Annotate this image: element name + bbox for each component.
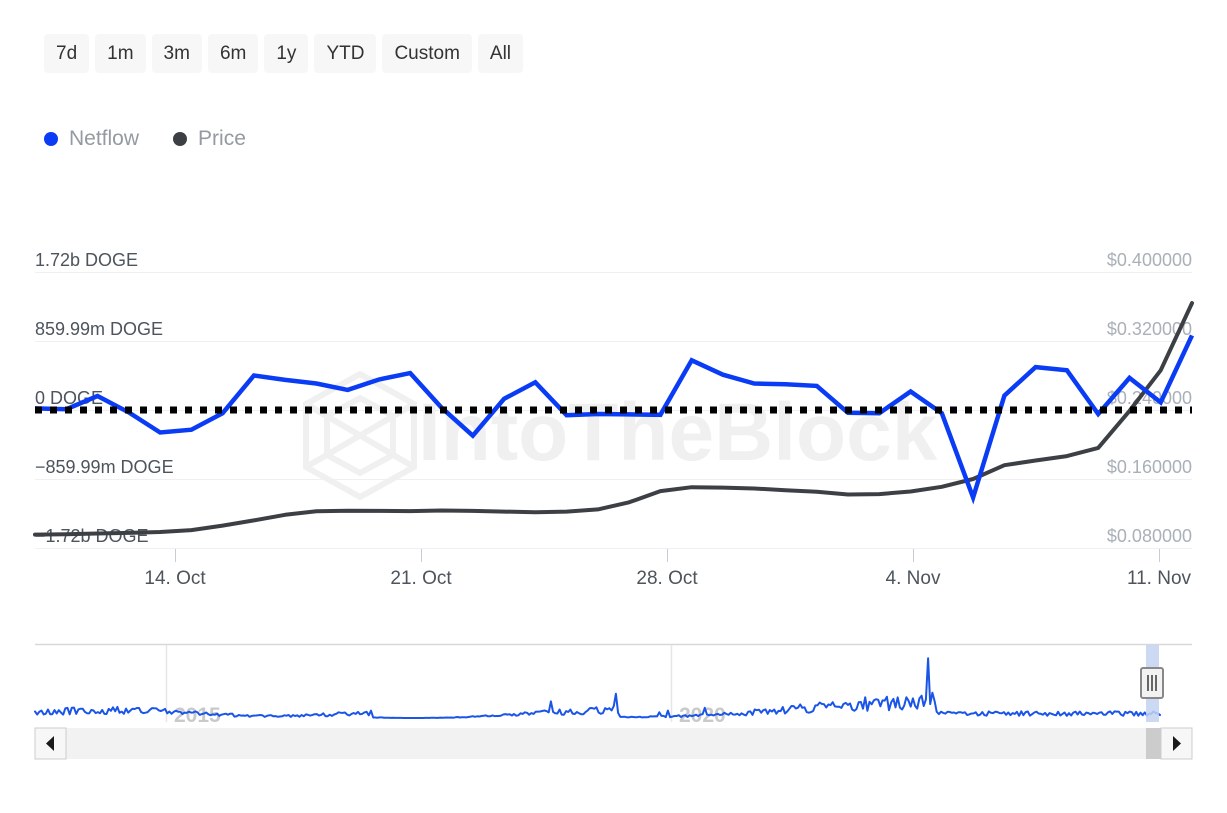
- chart-svg: IntoTheBlock 1.72b DOGE 859.99m DOGE 0 D…: [33, 250, 1195, 760]
- range-button-all[interactable]: All: [477, 34, 524, 73]
- y-label-left-0: 1.72b DOGE: [35, 250, 138, 270]
- scrollbar-right-arrow-button[interactable]: [1160, 727, 1193, 760]
- legend-label-netflow: Netflow: [69, 127, 140, 150]
- range-button-custom[interactable]: Custom: [382, 34, 472, 73]
- legend-item-price[interactable]: Price: [173, 128, 246, 149]
- navigator-selection-band[interactable]: [1146, 645, 1159, 722]
- y-label-left-1: 859.99m DOGE: [35, 319, 163, 339]
- legend-dot-price: [173, 131, 188, 146]
- x-label-3: 4. Nov: [886, 568, 941, 589]
- watermark: IntoTheBlock: [303, 370, 938, 501]
- x-label-1: 21. Oct: [390, 568, 452, 589]
- range-button-7d[interactable]: 7d: [44, 34, 90, 73]
- legend-item-netflow[interactable]: Netflow: [44, 128, 139, 149]
- y-label-right-2: $0.240000: [1107, 388, 1192, 408]
- x-label-2: 28. Oct: [636, 568, 698, 589]
- y-label-left-3: −859.99m DOGE: [35, 457, 174, 477]
- range-selector: 7d 1m 3m 6m 1y YTD Custom All: [44, 34, 524, 73]
- scrollbar-track[interactable]: [35, 728, 1192, 759]
- y-label-right-0: $0.400000: [1107, 250, 1192, 270]
- legend-dot-netflow: [44, 131, 58, 146]
- navigator-scrollbar: [34, 727, 1193, 760]
- navigator-year-label-2015: 2015: [174, 704, 221, 727]
- watermark-text: IntoTheBlock: [418, 387, 938, 478]
- range-button-3m[interactable]: 3m: [151, 34, 202, 73]
- chart-container: IntoTheBlock 1.72b DOGE 859.99m DOGE 0 D…: [0, 0, 1227, 813]
- y-label-right-3: $0.160000: [1107, 457, 1192, 477]
- y-label-right-4: $0.080000: [1107, 526, 1192, 546]
- range-button-ytd[interactable]: YTD: [314, 34, 377, 73]
- navigator-background: [35, 636, 1192, 722]
- range-button-6m[interactable]: 6m: [207, 34, 259, 73]
- navigator: 2015 2020: [34, 636, 1192, 727]
- y-label-left-2: 0 DOGE: [35, 388, 103, 408]
- series-line-price: [33, 301, 1194, 537]
- x-label-4: 11. Nov: [1127, 568, 1192, 589]
- gridlines: [35, 272, 1192, 549]
- navigator-sparkline: [34, 657, 1161, 719]
- range-button-1m[interactable]: 1m: [95, 34, 146, 73]
- series-line-netflow: [34, 334, 1195, 505]
- x-label-0: 14. Oct: [144, 568, 206, 589]
- x-axis-labels: 14. Oct 21. Oct 28. Oct 4. Nov 11. Nov: [144, 568, 1191, 589]
- scrollbar-thumb[interactable]: [1146, 728, 1176, 759]
- range-button-1y[interactable]: 1y: [264, 34, 309, 73]
- chart-legend: Netflow Price: [44, 128, 246, 149]
- y-label-right-1: $0.320000: [1107, 319, 1192, 339]
- navigator-handle-right[interactable]: [1140, 667, 1164, 699]
- y-label-left-4: −1.72b DOGE: [35, 526, 149, 546]
- y-axis-right-labels: $0.400000 $0.320000 $0.240000 $0.160000 …: [1107, 250, 1192, 546]
- scrollbar-left-arrow-button[interactable]: [34, 727, 67, 760]
- legend-label-price: Price: [198, 127, 246, 150]
- x-axis-ticks: [175, 549, 1160, 562]
- y-axis-left-labels: 1.72b DOGE 859.99m DOGE 0 DOGE −859.99m …: [35, 250, 174, 546]
- navigator-year-label-2020: 2020: [679, 704, 726, 727]
